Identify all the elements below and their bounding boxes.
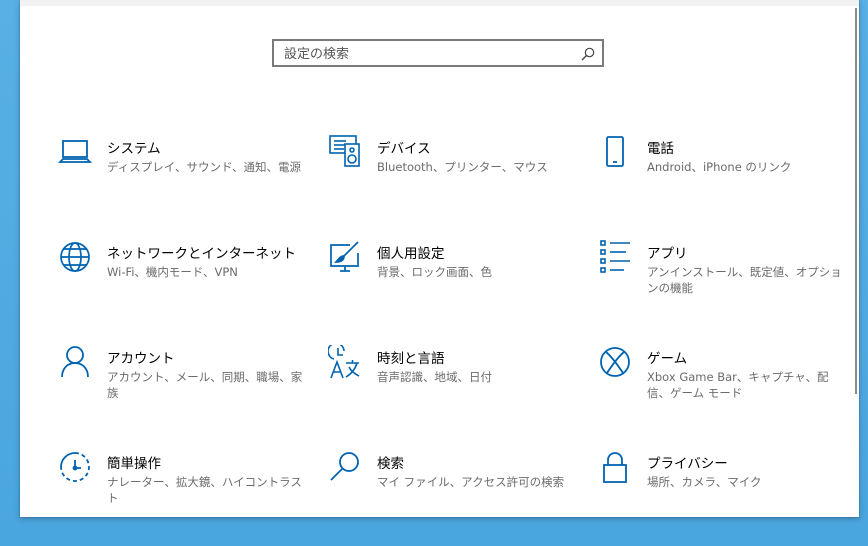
tile-description: 背景、ロック画面、色 bbox=[377, 265, 492, 279]
tile-system[interactable]: システム ディスプレイ、サウンド、通知、電源 bbox=[57, 135, 301, 205]
tile-personalization[interactable]: 個人用設定 背景、ロック画面、色 bbox=[328, 240, 568, 310]
personalization-icon bbox=[328, 240, 362, 274]
laptop-icon bbox=[57, 135, 93, 169]
tile-network[interactable]: ネットワークとインターネット Wi-Fi、機内モード、VPN bbox=[58, 240, 298, 310]
lock-icon bbox=[598, 450, 632, 484]
tile-description: Android、iPhone のリンク bbox=[647, 160, 792, 174]
tile-description: ディスプレイ、サウンド、通知、電源 bbox=[107, 160, 302, 174]
tile-description: Bluetooth、プリンター、マウス bbox=[377, 160, 548, 174]
xbox-icon bbox=[598, 345, 632, 379]
tile-title: 個人用設定 bbox=[377, 246, 445, 262]
tile-time-language[interactable]: 時刻と言語 音声認識、地域、日付 bbox=[327, 342, 568, 415]
tile-ease-of-access[interactable]: 簡単操作 ナレーター、拡大鏡、ハイコントラスト bbox=[58, 450, 302, 517]
tile-title: アプリ bbox=[647, 246, 688, 262]
apps-list-icon bbox=[598, 240, 632, 274]
tile-apps[interactable]: アプリ アンインストール、既定値、オプションの機能 bbox=[598, 240, 842, 310]
scrollbar[interactable] bbox=[855, 8, 857, 394]
search-input[interactable] bbox=[284, 43, 574, 65]
tile-description: Xbox Game Bar、キャプチャ、配信、ゲーム モード bbox=[647, 370, 829, 400]
tile-description: 音声認識、地域、日付 bbox=[377, 370, 492, 384]
settings-window: システム ディスプレイ、サウンド、通知、電源 デバイス Bluetooth、プリ… bbox=[20, 0, 859, 517]
tile-gaming[interactable]: ゲーム Xbox Game Bar、キャプチャ、配信、ゲーム モード bbox=[598, 345, 838, 415]
tile-title: プライバシー bbox=[647, 456, 728, 472]
tile-phone[interactable]: 電話 Android、iPhone のリンク bbox=[598, 135, 838, 205]
ease-of-access-icon bbox=[58, 450, 92, 484]
devices-icon bbox=[328, 135, 362, 169]
tile-title: システム bbox=[107, 141, 161, 157]
settings-search-box[interactable] bbox=[272, 39, 604, 67]
tile-title: ネットワークとインターネット bbox=[107, 246, 296, 262]
tile-description: ナレーター、拡大鏡、ハイコントラスト bbox=[107, 475, 302, 505]
person-icon bbox=[58, 345, 92, 379]
tile-title: 時刻と言語 bbox=[377, 351, 445, 367]
tile-title: 電話 bbox=[647, 141, 674, 157]
tile-description: アンインストール、既定値、オプションの機能 bbox=[647, 265, 842, 295]
tile-title: ゲーム bbox=[647, 351, 688, 367]
tile-privacy[interactable]: プライバシー 場所、カメラ、マイク bbox=[598, 450, 838, 517]
tile-title: 検索 bbox=[377, 456, 404, 472]
title-bar-strip bbox=[20, 0, 859, 6]
search-icon bbox=[328, 450, 362, 484]
tile-devices[interactable]: デバイス Bluetooth、プリンター、マウス bbox=[328, 135, 568, 205]
tile-description: Wi-Fi、機内モード、VPN bbox=[107, 265, 238, 279]
tile-description: アカウント、メール、同期、職場、家族 bbox=[107, 370, 303, 400]
tile-accounts[interactable]: アカウント アカウント、メール、同期、職場、家族 bbox=[58, 345, 302, 415]
tile-title: アカウント bbox=[107, 351, 175, 367]
tile-description: マイ ファイル、アクセス許可の検索 bbox=[377, 475, 565, 489]
tile-title: デバイス bbox=[377, 141, 431, 157]
time-language-icon bbox=[327, 342, 362, 379]
phone-icon bbox=[598, 135, 632, 169]
tile-search[interactable]: 検索 マイ ファイル、アクセス許可の検索 bbox=[328, 450, 568, 517]
tile-description: 場所、カメラ、マイク bbox=[647, 475, 762, 489]
tile-title: 簡単操作 bbox=[107, 456, 161, 472]
search-magnifier-icon[interactable] bbox=[580, 46, 596, 62]
globe-icon bbox=[58, 240, 92, 274]
